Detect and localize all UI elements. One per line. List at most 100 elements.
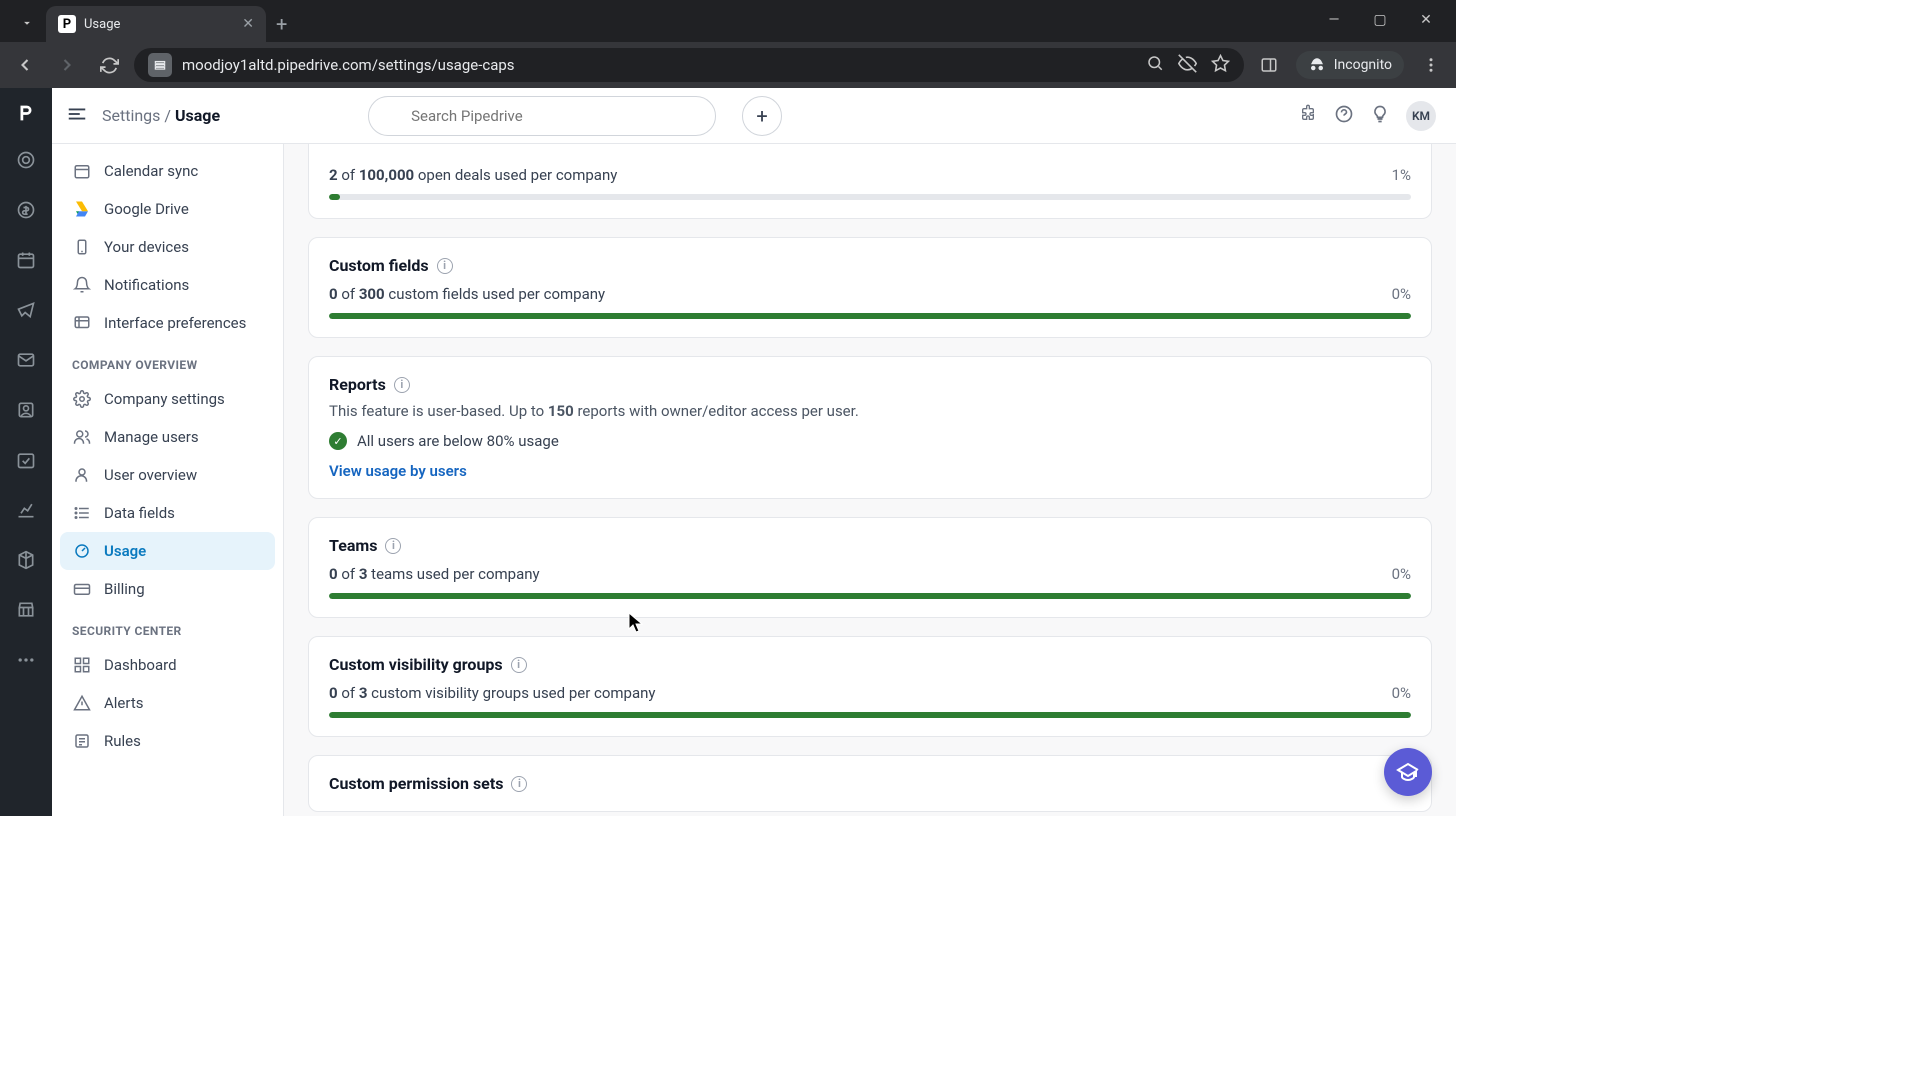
browser-back-button[interactable] (8, 48, 42, 82)
settings-sidebar: Calendar sync Google Drive Your devices … (52, 144, 284, 816)
sidebar-item-usage[interactable]: Usage (60, 532, 275, 570)
info-icon[interactable]: i (437, 258, 453, 274)
sidebar-item-interface-preferences[interactable]: Interface preferences (60, 304, 275, 342)
info-icon[interactable]: i (511, 657, 527, 673)
browser-menu-icon[interactable] (1414, 48, 1448, 82)
window-maximize-button[interactable]: ▢ (1366, 6, 1394, 34)
open-deals-pct: 1% (1392, 166, 1411, 184)
browser-forward-button[interactable] (50, 48, 84, 82)
bell-icon (72, 275, 92, 295)
add-button[interactable]: + (742, 96, 782, 136)
sidebar-item-label: Alerts (104, 694, 144, 712)
rail-nav-contacts-icon[interactable] (8, 392, 44, 428)
browser-tab[interactable]: P Usage ✕ (46, 6, 266, 42)
help-fab[interactable] (1384, 748, 1432, 796)
teams-title: Teams (329, 536, 377, 555)
sidebar-item-calendar-sync[interactable]: Calendar sync (60, 152, 275, 190)
sidebar-item-user-overview[interactable]: User overview (60, 456, 275, 494)
rail-nav-calendar-icon[interactable] (8, 242, 44, 278)
visibility-progress (329, 712, 1411, 718)
sidebar-item-label: Rules (104, 732, 141, 750)
browser-toolbar: moodjoy1altd.pipedrive.com/settings/usag… (0, 42, 1456, 88)
breadcrumb-parent[interactable]: Settings (102, 106, 160, 125)
custom-fields-pct: 0% (1392, 285, 1411, 303)
main-content: 2 of 100,000 open deals used per company… (284, 144, 1456, 816)
rail-nav-marketplace-icon[interactable] (8, 592, 44, 628)
sidebar-section-company: COMPANY OVERVIEW (60, 342, 275, 380)
sidebar-item-billing[interactable]: Billing (60, 570, 275, 608)
sidebar-item-company-settings[interactable]: Company settings (60, 380, 275, 418)
info-icon[interactable]: i (511, 776, 527, 792)
incognito-badge[interactable]: Incognito (1296, 51, 1404, 79)
rail-nav-campaigns-icon[interactable] (8, 292, 44, 328)
new-tab-button[interactable]: + (266, 12, 297, 36)
window-minimize-button[interactable]: — (1320, 6, 1348, 34)
users-icon (72, 427, 92, 447)
view-usage-by-users-link[interactable]: View usage by users (329, 462, 467, 480)
sidebar-item-data-fields[interactable]: Data fields (60, 494, 275, 532)
teams-pct: 0% (1392, 565, 1411, 583)
window-close-button[interactable]: ✕ (1412, 6, 1440, 34)
pipedrive-logo[interactable] (11, 98, 41, 128)
site-info-icon[interactable] (148, 53, 172, 77)
alert-icon (72, 693, 92, 713)
gauge-icon (72, 541, 92, 561)
info-icon[interactable]: i (385, 538, 401, 554)
rail-nav-insights-icon[interactable] (8, 492, 44, 528)
reports-subtitle: This feature is user-based. Up to 150 re… (329, 402, 1411, 420)
rail-nav-mail-icon[interactable] (8, 342, 44, 378)
sidebar-item-alerts[interactable]: Alerts (60, 684, 275, 722)
browser-reload-button[interactable] (92, 48, 126, 82)
reports-title: Reports (329, 375, 386, 394)
rail-nav-target-icon[interactable] (8, 142, 44, 178)
sidebar-item-dashboard[interactable]: Dashboard (60, 646, 275, 684)
sidebar-item-your-devices[interactable]: Your devices (60, 228, 275, 266)
header-help-icon[interactable] (1334, 104, 1354, 128)
rail-nav-dollar-icon[interactable] (8, 192, 44, 228)
avatar[interactable]: KM (1406, 101, 1436, 131)
breadcrumb: Settings / Usage (102, 106, 220, 125)
rail-nav-more-icon[interactable] (8, 642, 44, 678)
google-drive-icon (72, 199, 92, 219)
tab-favicon: P (58, 15, 76, 33)
header-extension-icon[interactable] (1298, 104, 1318, 128)
dashboard-icon (72, 655, 92, 675)
sidebar-item-label: Notifications (104, 276, 189, 294)
bookmark-star-icon[interactable] (1211, 54, 1230, 77)
tab-search-button[interactable] (12, 8, 42, 38)
sidebar-item-label: Manage users (104, 428, 199, 446)
sidebar-item-rules[interactable]: Rules (60, 722, 275, 760)
reports-status: All users are below 80% usage (357, 432, 559, 450)
sidebar-toggle-icon[interactable] (66, 103, 88, 129)
sidebar-item-label: Company settings (104, 390, 225, 408)
sidebar-section-security: SECURITY CENTER (60, 608, 275, 646)
card-permission-sets: Custom permission sets i (308, 755, 1432, 812)
info-icon[interactable]: i (394, 377, 410, 393)
rail-nav-products-icon[interactable] (8, 542, 44, 578)
tab-title: Usage (84, 17, 234, 32)
custom-fields-title: Custom fields (329, 256, 429, 275)
user-icon (72, 465, 92, 485)
list-icon (72, 503, 92, 523)
browser-tab-strip: P Usage ✕ + — ▢ ✕ (0, 0, 1456, 42)
custom-fields-usage-text: 0 of 300 custom fields used per company (329, 285, 605, 303)
search-input[interactable] (368, 96, 716, 136)
visibility-pct: 0% (1392, 684, 1411, 702)
visibility-title: Custom visibility groups (329, 655, 503, 674)
eye-off-icon[interactable] (1178, 54, 1197, 77)
header-tips-icon[interactable] (1370, 104, 1390, 128)
permission-title: Custom permission sets (329, 774, 503, 793)
address-bar[interactable]: moodjoy1altd.pipedrive.com/settings/usag… (134, 48, 1244, 82)
tab-close-icon[interactable]: ✕ (242, 16, 254, 32)
sidebar-item-label: Dashboard (104, 656, 177, 674)
side-panel-icon[interactable] (1252, 48, 1286, 82)
zoom-icon[interactable] (1146, 54, 1164, 76)
incognito-label: Incognito (1334, 57, 1392, 73)
visibility-usage-text: 0 of 3 custom visibility groups used per… (329, 684, 656, 702)
card-visibility-groups: Custom visibility groups i 0 of 3 custom… (308, 636, 1432, 737)
sidebar-item-notifications[interactable]: Notifications (60, 266, 275, 304)
sidebar-item-google-drive[interactable]: Google Drive (60, 190, 275, 228)
sidebar-item-manage-users[interactable]: Manage users (60, 418, 275, 456)
rail-nav-activities-icon[interactable] (8, 442, 44, 478)
app-rail (0, 88, 52, 816)
